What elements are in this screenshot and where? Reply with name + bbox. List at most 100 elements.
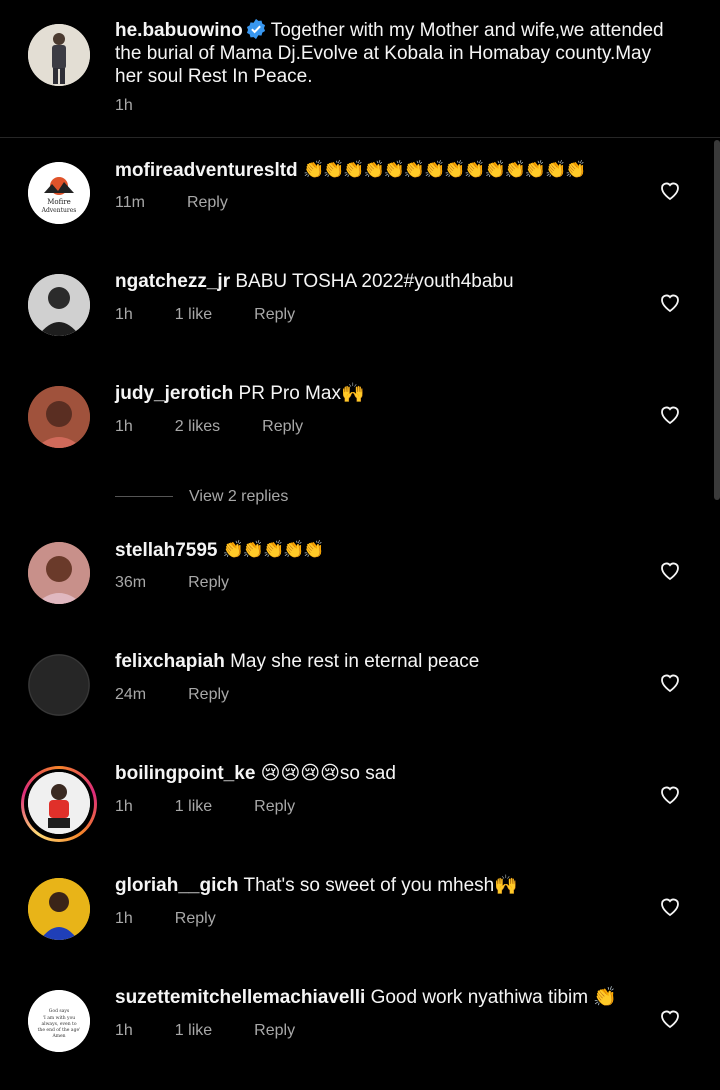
comment-body: 👏👏👏👏👏 <box>222 540 325 559</box>
heart-icon[interactable] <box>658 670 682 694</box>
comment-body: That's so sweet of you mhesh🙌 <box>243 875 518 896</box>
comment-likes[interactable]: 1 like <box>175 798 212 815</box>
caption-meta: 1h <box>115 97 133 115</box>
comment-item: Mofire Adventures mofireadventuresltd 👏👏… <box>0 140 720 252</box>
person-photo-icon <box>28 542 90 604</box>
svg-text:God says: God says <box>49 1008 70 1014</box>
comment-text: judy_jerotich PR Pro Max🙌 <box>115 382 655 406</box>
view-replies-label: View 2 replies <box>189 488 289 505</box>
comment-time: 1h <box>115 910 133 927</box>
comment-meta: 24m Reply <box>115 686 229 704</box>
comment-username[interactable]: suzettemitchellemachiavelli <box>115 987 365 1008</box>
view-replies-button[interactable]: View 2 replies <box>115 488 288 510</box>
svg-text:Adventures: Adventures <box>41 207 77 214</box>
person-photo-icon <box>28 878 90 940</box>
avatar[interactable]: Mofire Adventures <box>28 162 90 224</box>
comment-item: God says 'I am with you always, even to … <box>0 968 720 1080</box>
comment-username[interactable]: mofireadventuresltd <box>115 160 298 181</box>
comment-item: felixchapiah May she rest in eternal pea… <box>0 632 720 744</box>
person-photo-icon <box>28 772 90 834</box>
reply-button[interactable]: Reply <box>175 910 216 927</box>
avatar[interactable] <box>28 24 90 86</box>
caption-time: 1h <box>115 97 133 114</box>
comment-text: gloriah__gich That's so sweet of you mhe… <box>115 874 655 898</box>
comment-username[interactable]: ngatchezz_jr <box>115 271 230 292</box>
comment-likes[interactable]: 2 likes <box>175 418 220 435</box>
reply-button[interactable]: Reply <box>254 306 295 323</box>
mofire-logo-icon: Mofire Adventures <box>28 162 90 224</box>
avatar[interactable] <box>28 878 90 940</box>
empty-avatar-icon <box>28 654 90 716</box>
avatar[interactable] <box>28 654 90 716</box>
heart-icon[interactable] <box>658 178 682 202</box>
comment-item: gloriah__gich That's so sweet of you mhe… <box>0 856 720 968</box>
svg-text:the end of the age': the end of the age' <box>38 1027 81 1033</box>
comment-time: 1h <box>115 1022 133 1039</box>
comment-body: BABU TOSHA 2022#youth4babu <box>235 271 514 292</box>
caption-username[interactable]: he.babuowino <box>115 20 243 41</box>
post-caption: he.babuowino Together with my Mother and … <box>0 0 720 138</box>
comment-time: 1h <box>115 798 133 815</box>
svg-text:Mofire: Mofire <box>47 198 71 206</box>
reply-button[interactable]: Reply <box>188 574 229 591</box>
comment-text: boilingpoint_ke 😢😢😢😢so sad <box>115 762 655 786</box>
comment-time: 11m <box>115 194 145 211</box>
person-photo-icon <box>28 274 90 336</box>
heart-icon[interactable] <box>658 290 682 314</box>
comment-username[interactable]: boilingpoint_ke <box>115 763 255 784</box>
svg-text:'I am with you: 'I am with you <box>43 1015 76 1021</box>
comment-time: 1h <box>115 306 133 323</box>
comment-text: stellah7595 👏👏👏👏👏 <box>115 538 655 563</box>
comment-likes[interactable]: 1 like <box>175 306 212 323</box>
reply-button[interactable]: Reply <box>254 1022 295 1039</box>
svg-text:always, even to: always, even to <box>41 1021 76 1027</box>
comment-text: mofireadventuresltd 👏👏👏👏👏👏👏👏👏👏👏👏👏👏 <box>115 158 655 183</box>
quote-image-icon: God says 'I am with you always, even to … <box>28 990 90 1052</box>
comment-time: 24m <box>115 686 147 703</box>
reply-button[interactable]: Reply <box>188 686 229 703</box>
comment-meta: 1h Reply <box>115 910 216 928</box>
avatar[interactable] <box>28 772 90 834</box>
caption-text-block: he.babuowino Together with my Mother and … <box>115 18 675 88</box>
comment-text: suzettemitchellemachiavelli Good work ny… <box>115 986 655 1010</box>
comment-item: ngatchezz_jr BABU TOSHA 2022#youth4babu … <box>0 252 720 364</box>
heart-icon[interactable] <box>658 558 682 582</box>
comment-username[interactable]: judy_jerotich <box>115 383 233 404</box>
person-photo-icon <box>28 24 90 86</box>
heart-icon[interactable] <box>658 894 682 918</box>
comment-meta: 1h 2 likes Reply <box>115 418 303 436</box>
divider-line <box>115 496 173 498</box>
reply-button[interactable]: Reply <box>187 194 228 211</box>
comment-meta: 1h 1 like Reply <box>115 306 295 324</box>
person-photo-icon <box>28 386 90 448</box>
comment-item: boilingpoint_ke 😢😢😢😢so sad 1h 1 like Reply <box>0 744 720 856</box>
comment-item: stellah7595 👏👏👏👏👏 36m Reply <box>0 520 720 632</box>
avatar[interactable] <box>28 274 90 336</box>
comment-time: 1h <box>115 418 133 435</box>
heart-icon[interactable] <box>658 1006 682 1030</box>
reply-button[interactable]: Reply <box>262 418 303 435</box>
avatar[interactable] <box>28 386 90 448</box>
comment-username[interactable]: stellah7595 <box>115 540 217 561</box>
comment-username[interactable]: gloriah__gich <box>115 875 239 896</box>
svg-text:Amen: Amen <box>51 1033 65 1039</box>
avatar[interactable] <box>28 542 90 604</box>
comment-text: felixchapiah May she rest in eternal pea… <box>115 650 655 674</box>
comment-likes[interactable]: 1 like <box>175 1022 212 1039</box>
comment-body: May she rest in eternal peace <box>230 651 480 672</box>
heart-icon[interactable] <box>658 402 682 426</box>
comment-meta: 1h 1 like Reply <box>115 798 295 816</box>
comment-username[interactable]: felixchapiah <box>115 651 225 672</box>
comment-body: 👏👏👏👏👏👏👏👏👏👏👏👏👏👏 <box>302 160 586 179</box>
comment-meta: 36m Reply <box>115 574 229 592</box>
comment-item: judy_jerotich PR Pro Max🙌 1h 2 likes Reply <box>0 364 720 476</box>
heart-icon[interactable] <box>658 782 682 806</box>
comment-body: Good work nyathiwa tibim 👏 <box>370 987 618 1008</box>
comment-text: ngatchezz_jr BABU TOSHA 2022#youth4babu <box>115 270 655 294</box>
scrollbar[interactable] <box>714 140 720 500</box>
reply-button[interactable]: Reply <box>254 798 295 815</box>
comment-time: 36m <box>115 574 147 591</box>
avatar[interactable]: God says 'I am with you always, even to … <box>28 990 90 1052</box>
comment-meta: 1h 1 like Reply <box>115 1022 295 1040</box>
comment-body: 😢😢😢😢so sad <box>260 763 396 784</box>
